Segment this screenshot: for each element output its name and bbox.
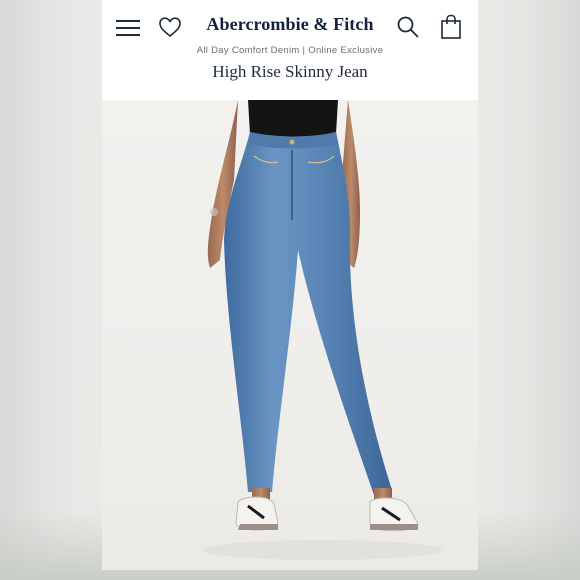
collection-subtitle: All Day Comfort Denim | Online Exclusive	[196, 45, 384, 56]
product-title: High Rise Skinny Jean	[212, 62, 368, 81]
site-header: Abercrombie & Fitch All Day Comfort Deni…	[102, 0, 478, 100]
model-jeans-illustration	[202, 100, 442, 560]
mobile-screen: Abercrombie & Fitch All Day Comfort Deni…	[102, 0, 478, 570]
brand-logo[interactable]: Abercrombie & Fitch	[102, 14, 478, 35]
shopping-bag-icon[interactable]	[440, 14, 462, 40]
search-icon[interactable]	[396, 15, 420, 39]
product-image[interactable]	[102, 100, 478, 570]
